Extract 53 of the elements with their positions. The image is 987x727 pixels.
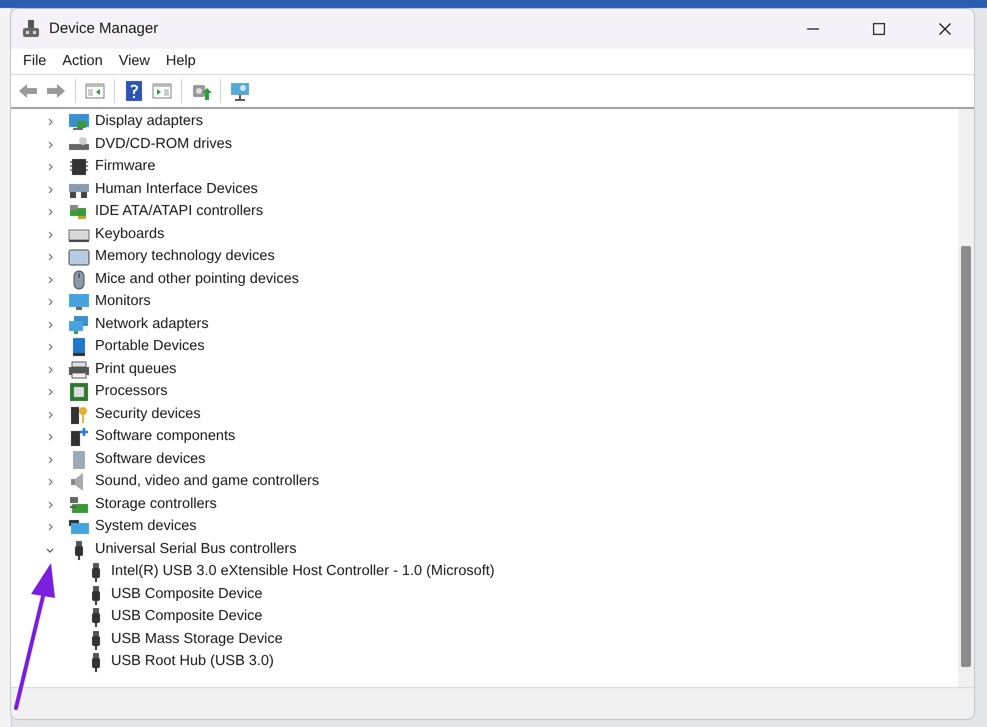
tree-item[interactable]: Sound, video and game controllers [95,471,320,494]
tree-item[interactable]: Portable Devices [95,336,205,358]
processor-icon [68,382,90,402]
tree-item[interactable]: Firmware [95,156,156,178]
memory-card-icon [68,247,90,268]
tree-item[interactable]: IDE ATA/ATAPI controllers [95,201,264,224]
tree-item[interactable]: Storage controllers [95,494,217,516]
tree-item[interactable]: Security devices [95,404,201,426]
monitor-scan-icon [229,80,251,102]
tree-item[interactable]: USB Root Hub (USB 3.0) [111,651,274,674]
tree-item[interactable]: Memory technology devices [95,246,275,268]
tree-item[interactable]: Mice and other pointing devices [95,268,299,291]
tree-item[interactable]: System devices [95,516,197,538]
tree-item[interactable]: Display adapters [95,111,203,134]
tree-item[interactable]: Keyboards [95,224,164,246]
usb-icon [89,630,103,650]
menu-item[interactable]: Action [54,48,111,74]
menu-item[interactable]: Help [158,48,204,74]
display-adapter-icon [68,112,90,132]
usb-icon [89,562,103,582]
usb-icon [89,652,103,672]
tree-item[interactable]: USB Composite Device [111,584,262,606]
storage-icon [68,494,90,515]
help-icon [123,80,145,102]
minimize-icon [807,28,819,30]
tree-item[interactable]: Monitors [95,291,151,314]
tree-item[interactable]: USB Composite Device [111,606,262,628]
usb-icon [89,607,103,628]
scrollbar[interactable] [958,109,974,687]
menu-item[interactable]: File [15,48,54,74]
app-icon [21,19,41,39]
tree-item[interactable]: Human Interface Devices [95,178,258,201]
monitor-icon [68,292,90,312]
tree-item[interactable]: Software devices [95,448,206,471]
close-icon [939,23,951,35]
tree-item[interactable]: Processors [95,381,168,404]
chip-icon [68,157,90,178]
window-title: Device Manager [49,18,158,39]
maximize-icon [873,23,885,35]
tree-item[interactable]: Print queues [95,358,176,381]
tree-item[interactable]: Intel(R) USB 3.0 eXtensible Host Controller - 1.0 (Microsoft) [111,561,495,584]
key-tower-icon [68,404,90,425]
tree-item[interactable]: USB Mass Storage Device [111,628,283,651]
tree-item[interactable]: Universal Serial Bus controllers [95,538,296,561]
tree-item[interactable]: Software components [95,426,236,448]
tower-plus-icon [68,427,90,448]
network-icon [68,314,90,335]
tree-item[interactable]: DVD/CD-ROM drives [95,134,232,156]
tree-item[interactable]: Network adapters [95,314,209,336]
printer-icon [68,360,90,380]
scrollbar-thumb[interactable] [961,246,971,667]
usb-icon [89,584,103,605]
menu-item[interactable]: View [110,48,158,74]
